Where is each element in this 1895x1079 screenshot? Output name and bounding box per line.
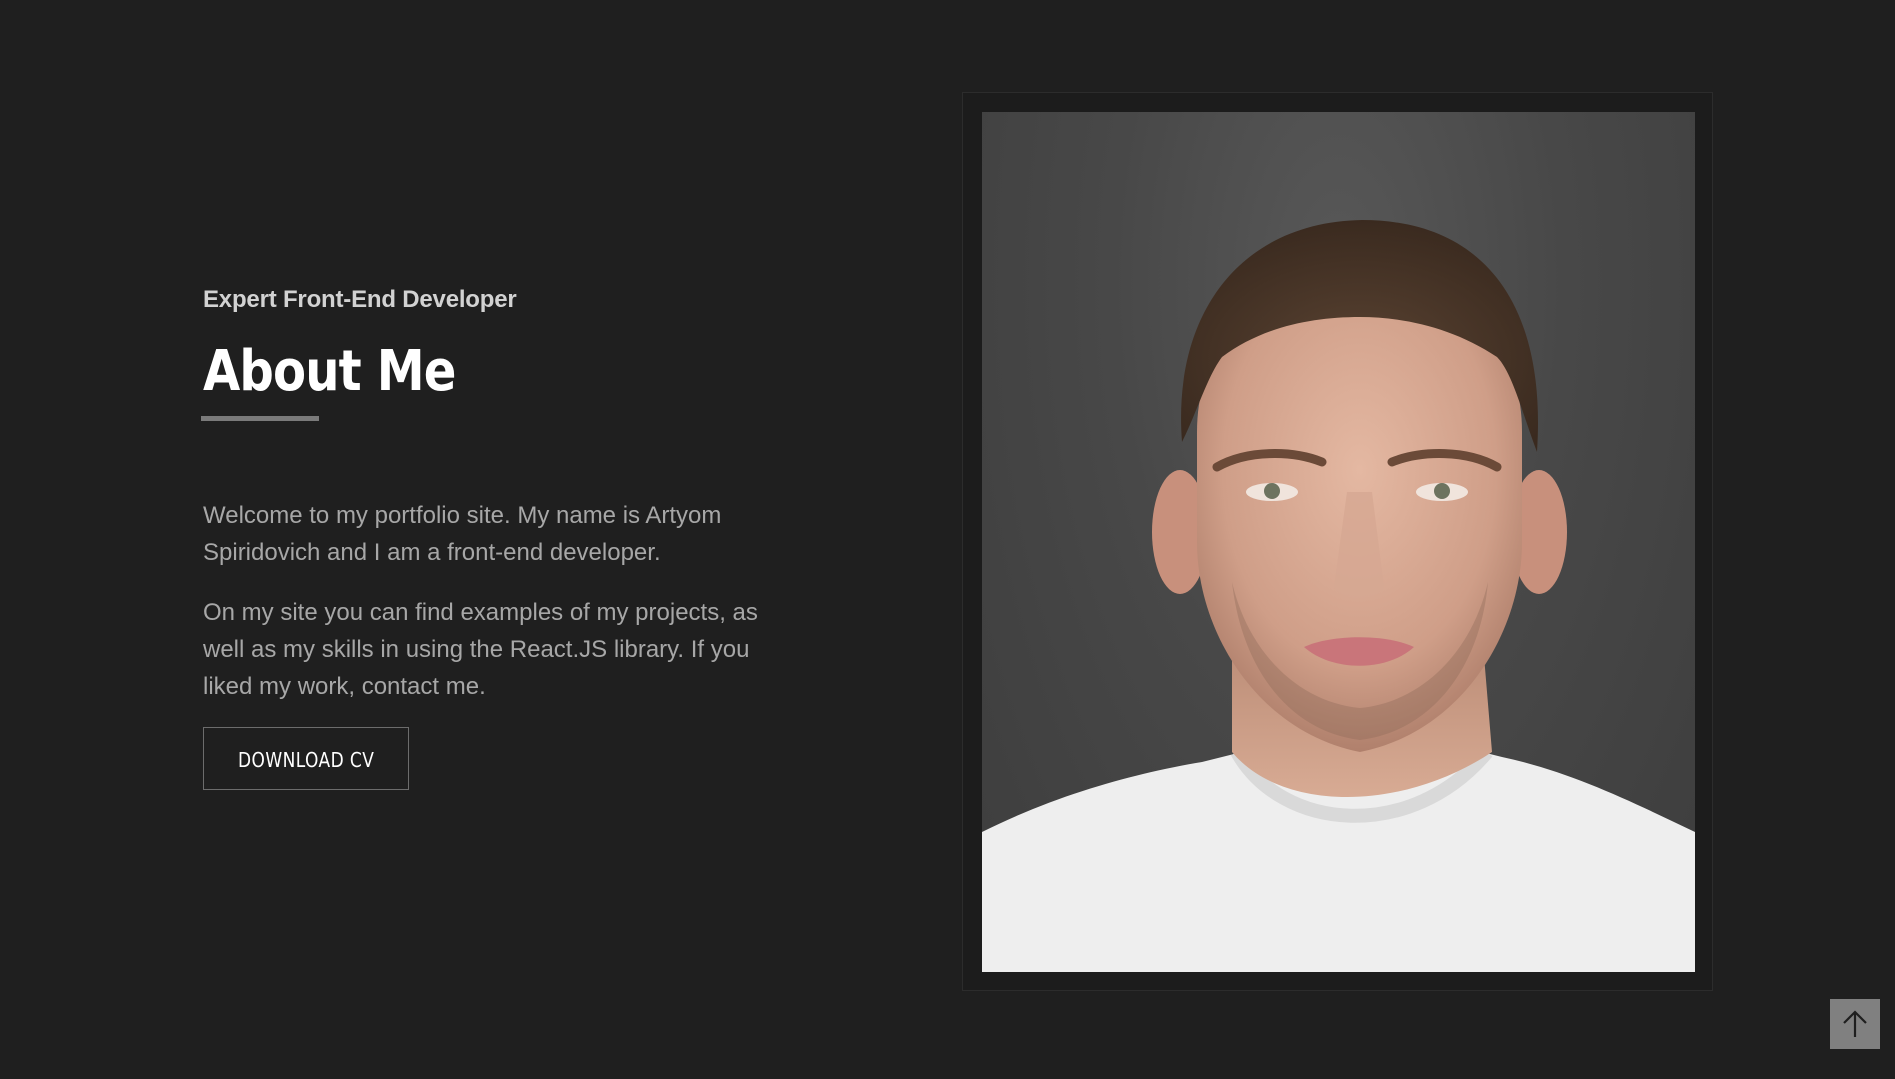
portrait-illustration — [982, 220, 1695, 972]
about-subtitle: Expert Front-End Developer — [203, 286, 517, 313]
arrow-up-icon — [1843, 1010, 1867, 1037]
scroll-to-top-button[interactable] — [1830, 999, 1880, 1049]
heading-underline — [201, 416, 319, 421]
download-cv-button[interactable]: DOWNLOAD CV — [203, 727, 409, 790]
download-cv-label: DOWNLOAD CV — [237, 748, 375, 772]
about-heading: About Me — [203, 339, 456, 404]
about-paragraph-intro: Welcome to my portfolio site. My name is… — [203, 502, 722, 566]
portrait-photo — [982, 112, 1695, 972]
about-text-column: Expert Front-End Developer About Me Welc… — [201, 278, 763, 790]
about-paragraph-projects: On my site you can find examples of my p… — [203, 599, 758, 700]
photo-frame — [962, 92, 1713, 991]
about-section: Expert Front-End Developer About Me Welc… — [0, 0, 1895, 1079]
